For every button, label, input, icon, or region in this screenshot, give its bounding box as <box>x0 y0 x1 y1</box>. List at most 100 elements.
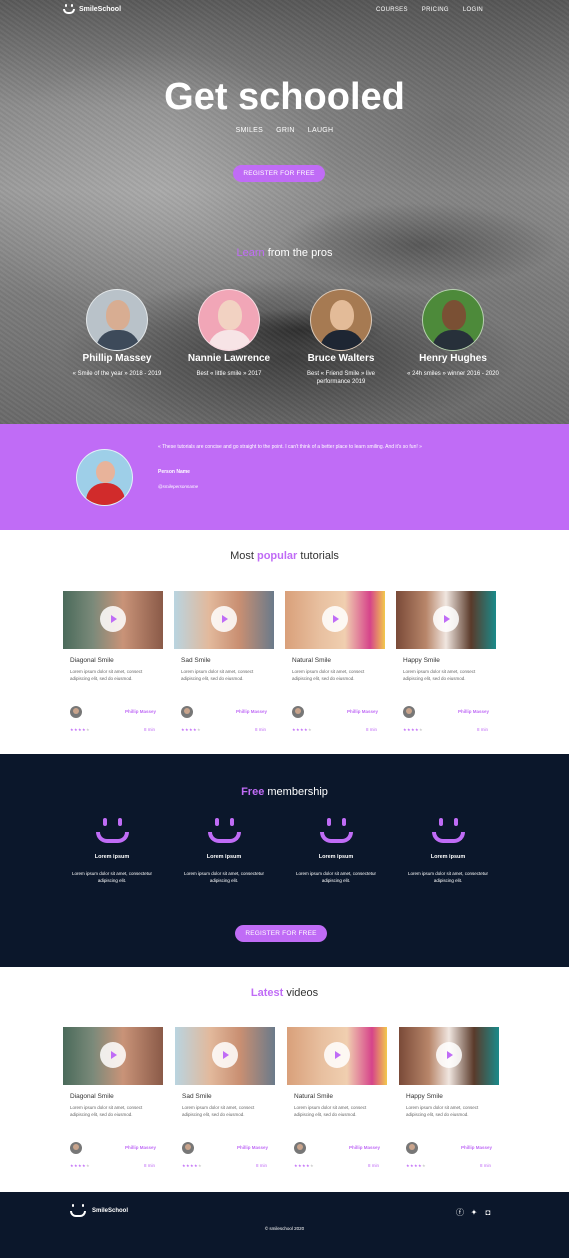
testimonial-quote: « These tutorials are concise and go str… <box>158 444 422 450</box>
video-thumbnail[interactable] <box>399 1027 499 1085</box>
video-card[interactable]: Diagonal Smile Lorem ipsum dolor sit ame… <box>63 591 163 732</box>
star-rating: ★★★★★ <box>181 727 201 732</box>
play-icon[interactable] <box>100 606 126 632</box>
smile-icon <box>207 818 241 843</box>
card-title[interactable]: Sad Smile <box>175 1093 275 1100</box>
card-description: Lorem ipsum dolor sit amet, consect adip… <box>403 669 476 681</box>
video-thumbnail[interactable] <box>175 1027 275 1085</box>
feature-description: Lorem ipsum dolor sit amet, consectetur … <box>183 871 265 883</box>
hero-title: Get schooled <box>164 76 405 118</box>
smiley-logo-icon <box>70 1204 86 1217</box>
video-thumbnail[interactable] <box>174 591 274 649</box>
card-author[interactable]: Phillip Massey <box>125 1145 156 1150</box>
play-icon[interactable] <box>433 606 459 632</box>
membership-heading: Free membership <box>0 786 569 798</box>
testimonial-handle: @smilepersonname <box>158 484 199 489</box>
feature-title: Lorem ipsum <box>94 854 130 860</box>
main-nav: COURSES PRICING LOGIN <box>376 7 483 13</box>
card-title[interactable]: Natural Smile <box>285 657 385 664</box>
latest-cards: Diagonal Smile Lorem ipsum dolor sit ame… <box>63 1027 499 1168</box>
card-title[interactable]: Diagonal Smile <box>63 1093 163 1100</box>
card-title[interactable]: Happy Smile <box>399 1093 499 1100</box>
play-icon[interactable] <box>324 1042 350 1068</box>
feature-item: Lorem ipsum Lorem ipsum dolor sit amet, … <box>56 818 168 884</box>
popular-heading-accent: popular <box>256 550 298 562</box>
video-thumbnail[interactable] <box>63 1027 163 1085</box>
video-card[interactable]: Natural Smile Lorem ipsum dolor sit amet… <box>285 591 385 732</box>
video-thumbnail[interactable] <box>285 591 385 649</box>
play-icon[interactable] <box>212 1042 238 1068</box>
card-duration: 8 min <box>479 1163 491 1168</box>
video-thumbnail[interactable] <box>63 591 163 649</box>
feature-title: Lorem ipsum <box>206 854 242 860</box>
avatar <box>294 1142 306 1154</box>
card-description: Lorem ipsum dolor sit amet, consect adip… <box>70 669 143 681</box>
membership-section: Free membership Lorem ipsum Lorem ipsum … <box>0 754 569 967</box>
video-card[interactable]: Sad Smile Lorem ipsum dolor sit amet, co… <box>175 1027 275 1168</box>
copyright: © smileschool 2020 <box>264 1226 305 1231</box>
register-button[interactable]: REGISTER FOR FREE <box>235 925 327 942</box>
play-icon[interactable] <box>436 1042 462 1068</box>
facebook-icon[interactable]: ⓕ <box>455 1208 465 1218</box>
avatar <box>86 289 148 351</box>
play-icon[interactable] <box>322 606 348 632</box>
pro-card[interactable]: Phillip Massey « Smile of the year » 201… <box>61 289 173 386</box>
card-title[interactable]: Happy Smile <box>396 657 496 664</box>
feature-description: Lorem ipsum dolor sit amet, consectetur … <box>71 871 153 883</box>
card-title[interactable]: Sad Smile <box>174 657 274 664</box>
card-author[interactable]: Phillip Massey <box>236 709 267 714</box>
pro-card[interactable]: Henry Hughes « 24h smiles » winner 2016 … <box>397 289 509 386</box>
card-author[interactable]: Phillip Massey <box>347 709 378 714</box>
instagram-icon[interactable]: ◘ <box>483 1208 493 1218</box>
hero-tag: GRIN <box>276 127 295 134</box>
video-card[interactable]: Happy Smile Lorem ipsum dolor sit amet, … <box>399 1027 499 1168</box>
pro-card[interactable]: Bruce Walters Best « Friend Smile » live… <box>285 289 397 386</box>
video-card[interactable]: Natural Smile Lorem ipsum dolor sit amet… <box>287 1027 387 1168</box>
hero-section: SmileSchool COURSES PRICING LOGIN Get sc… <box>0 0 569 424</box>
footer-logo[interactable]: SmileSchool <box>70 1204 128 1217</box>
pro-name: Nannie Lawrence <box>187 353 271 364</box>
feature-item: Lorem ipsum Lorem ipsum dolor sit amet, … <box>168 818 280 884</box>
play-icon[interactable] <box>100 1042 126 1068</box>
pro-award: Best « Friend Smile » live performance 2… <box>306 371 376 385</box>
card-duration: 8 min <box>143 1163 155 1168</box>
card-author[interactable]: Phillip Massey <box>125 709 156 714</box>
card-title[interactable]: Diagonal Smile <box>63 657 163 664</box>
nav-link-courses[interactable]: COURSES <box>376 7 408 13</box>
logo[interactable]: SmileSchool <box>63 4 121 14</box>
pro-name: Phillip Massey <box>82 353 152 364</box>
card-author[interactable]: Phillip Massey <box>349 1145 380 1150</box>
nav-link-login[interactable]: LOGIN <box>463 7 483 13</box>
latest-heading-accent: Latest <box>250 987 284 999</box>
smile-icon <box>319 818 353 843</box>
avatar <box>406 1142 418 1154</box>
nav-link-pricing[interactable]: PRICING <box>422 7 449 13</box>
star-rating: ★★★★★ <box>182 1163 202 1168</box>
play-icon[interactable] <box>211 606 237 632</box>
register-button[interactable]: REGISTER FOR FREE <box>233 165 325 182</box>
video-thumbnail[interactable] <box>287 1027 387 1085</box>
avatar <box>403 706 415 718</box>
hero-tags: SMILES GRIN LAUGH <box>0 127 569 134</box>
avatar <box>198 289 260 351</box>
card-title[interactable]: Natural Smile <box>287 1093 387 1100</box>
card-description: Lorem ipsum dolor sit amet, consect adip… <box>70 1105 143 1117</box>
card-author[interactable]: Phillip Massey <box>458 709 489 714</box>
pro-award: Best « little smile » 2017 <box>196 371 262 377</box>
card-author[interactable]: Phillip Massey <box>461 1145 492 1150</box>
video-card[interactable]: Happy Smile Lorem ipsum dolor sit amet, … <box>396 591 496 732</box>
logo-text: SmileSchool <box>79 5 122 13</box>
card-author[interactable]: Phillip Massey <box>237 1145 268 1150</box>
video-card[interactable]: Sad Smile Lorem ipsum dolor sit amet, co… <box>174 591 274 732</box>
membership-heading-accent: Free <box>241 786 265 798</box>
twitter-icon[interactable]: ✦ <box>469 1208 479 1218</box>
card-duration: 8 min <box>254 727 266 732</box>
membership-heading-rest: membership <box>264 786 328 798</box>
hero-tag: SMILES <box>235 127 264 134</box>
video-card[interactable]: Diagonal Smile Lorem ipsum dolor sit ame… <box>63 1027 163 1168</box>
pro-card[interactable]: Nannie Lawrence Best « little smile » 20… <box>173 289 285 386</box>
card-description: Lorem ipsum dolor sit amet, consect adip… <box>181 669 254 681</box>
footer: SmileSchool ⓕ ✦ ◘ © smileschool 2020 <box>0 1192 569 1258</box>
video-thumbnail[interactable] <box>396 591 496 649</box>
social-links: ⓕ ✦ ◘ <box>455 1208 493 1218</box>
